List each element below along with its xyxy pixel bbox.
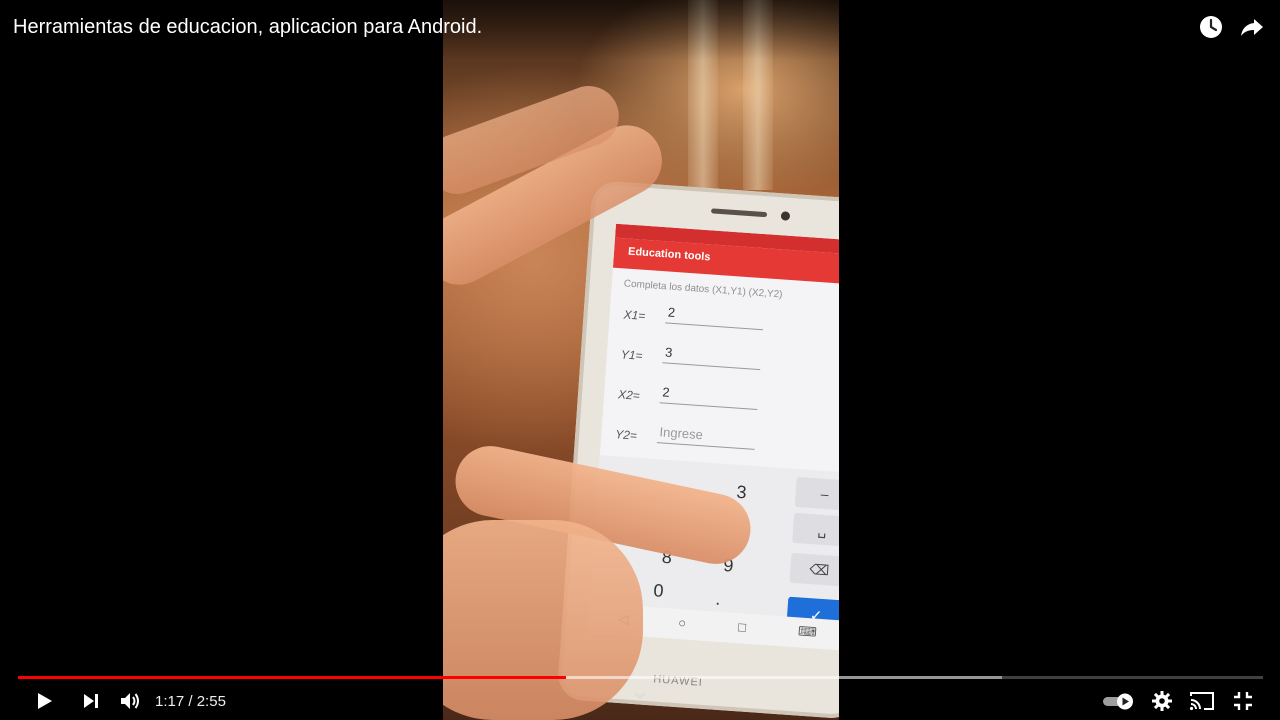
autoplay-toggle[interactable] bbox=[1101, 686, 1137, 716]
share-icon[interactable] bbox=[1239, 14, 1265, 40]
home-icon[interactable]: ○ bbox=[678, 615, 687, 631]
progress-bar[interactable] bbox=[18, 676, 1263, 679]
key-space[interactable]: ␣ bbox=[792, 512, 839, 547]
duration: 2:55 bbox=[196, 693, 226, 710]
cast-icon[interactable] bbox=[1188, 686, 1216, 716]
keyboard-switch-icon[interactable]: ⌨ bbox=[797, 623, 818, 640]
play-icon[interactable] bbox=[30, 686, 58, 716]
progress-played bbox=[18, 676, 566, 679]
video-title[interactable]: Herramientas de educacion, aplicacion pa… bbox=[13, 16, 482, 39]
y2-input[interactable] bbox=[656, 420, 757, 450]
phone-camera bbox=[780, 211, 791, 221]
volume-icon[interactable] bbox=[116, 686, 144, 716]
clock-icon[interactable] bbox=[1198, 14, 1224, 40]
y1-input[interactable] bbox=[662, 340, 762, 371]
field-label: Y2= bbox=[614, 427, 638, 443]
x2-input[interactable] bbox=[659, 380, 759, 411]
video-frame[interactable]: ▾ ◢ ▮ Education tools Completa los datos… bbox=[443, 0, 839, 720]
key-minus[interactable]: – bbox=[794, 476, 839, 511]
chevron-down-icon[interactable] bbox=[633, 688, 647, 704]
recents-icon[interactable]: □ bbox=[738, 619, 747, 635]
current-time: 1:17 bbox=[155, 693, 185, 710]
field-label: Y1= bbox=[620, 347, 644, 363]
x1-input[interactable] bbox=[665, 300, 765, 331]
time-display: 1:17 / 2:55 bbox=[155, 693, 226, 710]
field-label: X2= bbox=[617, 387, 641, 403]
next-icon[interactable] bbox=[78, 686, 104, 716]
time-separator: / bbox=[188, 693, 193, 710]
exit-fullscreen-icon[interactable] bbox=[1230, 686, 1256, 716]
phone-speaker bbox=[710, 208, 768, 218]
key-backspace[interactable]: ⌫ bbox=[789, 552, 839, 587]
key-0[interactable]: 0 bbox=[638, 574, 680, 607]
player-controls: 1:17 / 2:55 bbox=[0, 684, 1280, 720]
gear-icon[interactable] bbox=[1149, 686, 1175, 716]
top-bar: Herramientas de educacion, aplicacion pa… bbox=[0, 0, 1280, 60]
field-label: X1= bbox=[623, 307, 646, 323]
